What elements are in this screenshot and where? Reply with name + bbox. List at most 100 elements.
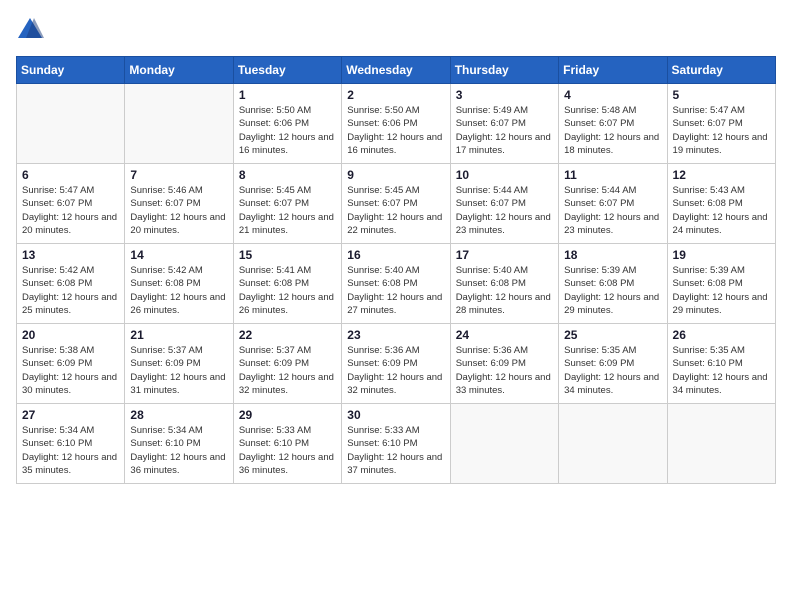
day-info: Sunrise: 5:35 AM Sunset: 6:09 PM Dayligh… — [564, 344, 661, 397]
day-number: 15 — [239, 248, 336, 262]
day-info: Sunrise: 5:40 AM Sunset: 6:08 PM Dayligh… — [347, 264, 444, 317]
calendar-cell: 29 Sunrise: 5:33 AM Sunset: 6:10 PM Dayli… — [233, 404, 341, 484]
day-info: Sunrise: 5:50 AM Sunset: 6:06 PM Dayligh… — [347, 104, 444, 157]
calendar-cell: 24Sunrise: 5:36 AM Sunset: 6:09 PM Dayli… — [450, 324, 558, 404]
day-info: Sunrise: 5:36 AM Sunset: 6:09 PM Dayligh… — [347, 344, 444, 397]
calendar-cell: 18 Sunrise: 5:39 AM Sunset: 6:08 PM Dayli… — [559, 244, 667, 324]
day-info: Sunrise: 5:49 AM Sunset: 6:07 PM Dayligh… — [456, 104, 553, 157]
day-number: 29 — [239, 408, 336, 422]
day-info: Sunrise: 5:39 AM Sunset: 6:08 PM Dayligh… — [564, 264, 661, 317]
calendar-cell — [559, 404, 667, 484]
day-info: Sunrise: 5:33 AM Sunset: 6:10 PM Dayligh… — [347, 424, 444, 477]
header-day: Sunday — [17, 57, 125, 84]
calendar-cell: 5Sunrise: 5:47 AM Sunset: 6:07 PM Daylig… — [667, 84, 775, 164]
calendar-cell: 17 Sunrise: 5:40 AM Sunset: 6:08 PM Dayli… — [450, 244, 558, 324]
header-day: Thursday — [450, 57, 558, 84]
calendar-cell: 19 Sunrise: 5:39 AM Sunset: 6:08 PM Dayli… — [667, 244, 775, 324]
day-info: Sunrise: 5:38 AM Sunset: 6:09 PM Dayligh… — [22, 344, 119, 397]
day-info: Sunrise: 5:37 AM Sunset: 6:09 PM Dayligh… — [130, 344, 227, 397]
calendar-cell: 4Sunrise: 5:48 AM Sunset: 6:07 PM Daylig… — [559, 84, 667, 164]
day-info: Sunrise: 5:36 AM Sunset: 6:09 PM Dayligh… — [456, 344, 553, 397]
day-number: 10 — [456, 168, 553, 182]
day-info: Sunrise: 5:42 AM Sunset: 6:08 PM Dayligh… — [22, 264, 119, 317]
day-number: 22 — [239, 328, 336, 342]
day-number: 6 — [22, 168, 119, 182]
day-number: 2 — [347, 88, 444, 102]
calendar-cell: 10 Sunrise: 5:44 AM Sunset: 6:07 PM Dayli… — [450, 164, 558, 244]
day-info: Sunrise: 5:45 AM Sunset: 6:07 PM Dayligh… — [347, 184, 444, 237]
calendar-cell: 12 Sunrise: 5:43 AM Sunset: 6:08 PM Dayli… — [667, 164, 775, 244]
day-info: Sunrise: 5:45 AM Sunset: 6:07 PM Dayligh… — [239, 184, 336, 237]
calendar-cell: 9 Sunrise: 5:45 AM Sunset: 6:07 PM Daylig… — [342, 164, 450, 244]
calendar-cell: 25 Sunrise: 5:35 AM Sunset: 6:09 PM Dayli… — [559, 324, 667, 404]
day-number: 11 — [564, 168, 661, 182]
day-number: 21 — [130, 328, 227, 342]
calendar-cell — [450, 404, 558, 484]
day-info: Sunrise: 5:48 AM Sunset: 6:07 PM Dayligh… — [564, 104, 661, 157]
header-day: Wednesday — [342, 57, 450, 84]
calendar-cell: 14 Sunrise: 5:42 AM Sunset: 6:08 PM Dayli… — [125, 244, 233, 324]
day-info: Sunrise: 5:34 AM Sunset: 6:10 PM Dayligh… — [22, 424, 119, 477]
day-number: 9 — [347, 168, 444, 182]
calendar-cell — [667, 404, 775, 484]
calendar-cell: 11 Sunrise: 5:44 AM Sunset: 6:07 PM Dayli… — [559, 164, 667, 244]
day-number: 14 — [130, 248, 227, 262]
calendar-cell: 2 Sunrise: 5:50 AM Sunset: 6:06 PM Daylig… — [342, 84, 450, 164]
day-info: Sunrise: 5:43 AM Sunset: 6:08 PM Dayligh… — [673, 184, 770, 237]
day-info: Sunrise: 5:37 AM Sunset: 6:09 PM Dayligh… — [239, 344, 336, 397]
page-header — [16, 16, 776, 44]
day-info: Sunrise: 5:34 AM Sunset: 6:10 PM Dayligh… — [130, 424, 227, 477]
calendar-cell: 15 Sunrise: 5:41 AM Sunset: 6:08 PM Dayli… — [233, 244, 341, 324]
day-number: 13 — [22, 248, 119, 262]
calendar-cell: 27 Sunrise: 5:34 AM Sunset: 6:10 PM Dayli… — [17, 404, 125, 484]
logo — [16, 16, 48, 44]
calendar-cell: 28 Sunrise: 5:34 AM Sunset: 6:10 PM Dayli… — [125, 404, 233, 484]
day-info: Sunrise: 5:41 AM Sunset: 6:08 PM Dayligh… — [239, 264, 336, 317]
calendar-cell: 23 Sunrise: 5:36 AM Sunset: 6:09 PM Dayli… — [342, 324, 450, 404]
day-info: Sunrise: 5:50 AM Sunset: 6:06 PM Dayligh… — [239, 104, 336, 157]
day-info: Sunrise: 5:40 AM Sunset: 6:08 PM Dayligh… — [456, 264, 553, 317]
header-day: Saturday — [667, 57, 775, 84]
day-number: 16 — [347, 248, 444, 262]
day-number: 28 — [130, 408, 227, 422]
day-number: 23 — [347, 328, 444, 342]
day-info: Sunrise: 5:46 AM Sunset: 6:07 PM Dayligh… — [130, 184, 227, 237]
calendar-cell — [125, 84, 233, 164]
day-info: Sunrise: 5:33 AM Sunset: 6:10 PM Dayligh… — [239, 424, 336, 477]
day-info: Sunrise: 5:42 AM Sunset: 6:08 PM Dayligh… — [130, 264, 227, 317]
day-number: 27 — [22, 408, 119, 422]
calendar-cell: 13 Sunrise: 5:42 AM Sunset: 6:08 PM Dayli… — [17, 244, 125, 324]
day-number: 18 — [564, 248, 661, 262]
day-number: 1 — [239, 88, 336, 102]
calendar-body: 1 Sunrise: 5:50 AM Sunset: 6:06 PM Daylig… — [17, 84, 776, 484]
calendar-cell: 16 Sunrise: 5:40 AM Sunset: 6:08 PM Dayli… — [342, 244, 450, 324]
day-number: 19 — [673, 248, 770, 262]
day-info: Sunrise: 5:44 AM Sunset: 6:07 PM Dayligh… — [456, 184, 553, 237]
day-number: 12 — [673, 168, 770, 182]
calendar-cell: 1 Sunrise: 5:50 AM Sunset: 6:06 PM Daylig… — [233, 84, 341, 164]
logo-icon — [16, 16, 44, 44]
day-number: 26 — [673, 328, 770, 342]
week-row: 6 Sunrise: 5:47 AM Sunset: 6:07 PM Daylig… — [17, 164, 776, 244]
calendar-cell — [17, 84, 125, 164]
calendar-cell: 26 Sunrise: 5:35 AM Sunset: 6:10 PM Dayli… — [667, 324, 775, 404]
day-number: 17 — [456, 248, 553, 262]
calendar-cell: 21 Sunrise: 5:37 AM Sunset: 6:09 PM Dayli… — [125, 324, 233, 404]
calendar-cell: 3 Sunrise: 5:49 AM Sunset: 6:07 PM Daylig… — [450, 84, 558, 164]
day-number: 3 — [456, 88, 553, 102]
week-row: 13 Sunrise: 5:42 AM Sunset: 6:08 PM Dayli… — [17, 244, 776, 324]
calendar-cell: 7Sunrise: 5:46 AM Sunset: 6:07 PM Daylig… — [125, 164, 233, 244]
day-info: Sunrise: 5:47 AM Sunset: 6:07 PM Dayligh… — [22, 184, 119, 237]
day-info: Sunrise: 5:44 AM Sunset: 6:07 PM Dayligh… — [564, 184, 661, 237]
day-number: 30 — [347, 408, 444, 422]
day-number: 5 — [673, 88, 770, 102]
header-day: Friday — [559, 57, 667, 84]
day-info: Sunrise: 5:39 AM Sunset: 6:08 PM Dayligh… — [673, 264, 770, 317]
header-row: SundayMondayTuesdayWednesdayThursdayFrid… — [17, 57, 776, 84]
calendar-cell: 30 Sunrise: 5:33 AM Sunset: 6:10 PM Dayli… — [342, 404, 450, 484]
day-info: Sunrise: 5:35 AM Sunset: 6:10 PM Dayligh… — [673, 344, 770, 397]
day-number: 25 — [564, 328, 661, 342]
calendar-header: SundayMondayTuesdayWednesdayThursdayFrid… — [17, 57, 776, 84]
week-row: 1 Sunrise: 5:50 AM Sunset: 6:06 PM Daylig… — [17, 84, 776, 164]
calendar-cell: 20Sunrise: 5:38 AM Sunset: 6:09 PM Dayli… — [17, 324, 125, 404]
